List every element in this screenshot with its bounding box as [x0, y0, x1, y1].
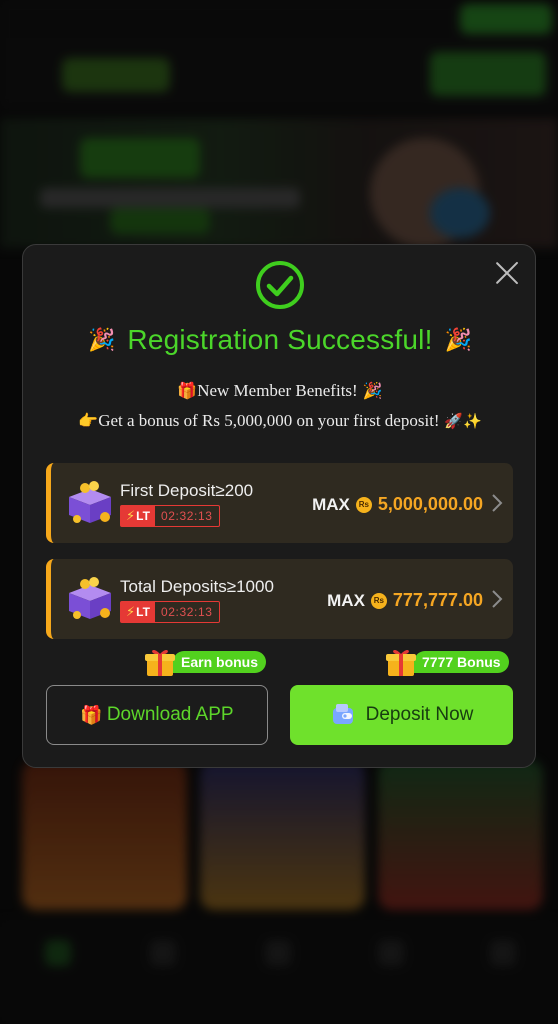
deposit-wallet-icon	[332, 704, 353, 724]
party-popper-icon: 🎉	[88, 327, 116, 353]
coin-icon: Rs	[370, 592, 387, 609]
countdown-timer: 02:32:13	[161, 509, 213, 523]
check-circle-icon	[256, 261, 304, 309]
treasure-box-icon	[69, 577, 111, 619]
sparkles-icon: ✨	[463, 412, 482, 430]
chevron-right-icon	[492, 590, 503, 608]
benefits-description: 👉Get a bonus of Rs 5,000,000 on your fir…	[78, 411, 482, 430]
benefits-heading: 🎁New Member Benefits! 🎉	[177, 381, 383, 400]
rocket-icon: 🚀	[439, 412, 464, 430]
lightning-icon: ⚡	[126, 604, 136, 619]
chevron-right-icon	[492, 494, 503, 512]
countdown-timer: 02:32:13	[161, 605, 213, 619]
offer-max-amount: MAX Rs 5,000,000.00	[312, 494, 483, 514]
earn-bonus-tag: Earn bonus	[143, 649, 267, 676]
gift-icon: 🎁	[80, 704, 103, 726]
deposit-now-button[interactable]: Deposit Now	[290, 685, 513, 745]
limited-time-badge: ⚡ LT 02:32:13	[120, 505, 220, 527]
party-popper-icon: 🎉	[357, 381, 383, 400]
offer-amount: 777,777.00	[392, 590, 483, 610]
close-icon[interactable]	[493, 259, 521, 287]
gift-icon	[386, 649, 416, 676]
offer-label: Total Deposits≥1000	[120, 577, 274, 596]
pointing-hand-icon: 👉	[78, 411, 99, 430]
registration-success-modal: 🎉 Registration Successful! 🎉 🎁New Member…	[22, 244, 536, 768]
coin-icon: Rs	[355, 496, 372, 513]
modal-title: Registration Successful!	[127, 324, 433, 355]
limited-time-badge: ⚡ LT 02:32:13	[120, 601, 220, 623]
offer-max-amount: MAX Rs 777,777.00	[327, 590, 483, 610]
treasure-box-icon	[69, 481, 111, 523]
total-deposits-offer[interactable]: Total Deposits≥1000 ⚡ LT 02:32:13 MAX Rs …	[46, 559, 513, 639]
first-deposit-offer[interactable]: First Deposit≥200 ⚡ LT 02:32:13 MAX Rs 5,…	[46, 463, 513, 543]
title-row: 🎉 Registration Successful! 🎉	[23, 318, 537, 362]
download-app-button[interactable]: 🎁 Download APP	[46, 685, 268, 745]
gift-icon	[145, 649, 175, 676]
lightning-icon: ⚡	[126, 508, 136, 523]
bonus-amount-tag: 7777 Bonus	[384, 649, 509, 676]
offer-amount: 5,000,000.00	[377, 494, 483, 514]
gift-icon: 🎁	[177, 381, 198, 400]
offer-label: First Deposit≥200	[120, 481, 254, 500]
party-popper-icon: 🎉	[444, 327, 472, 353]
